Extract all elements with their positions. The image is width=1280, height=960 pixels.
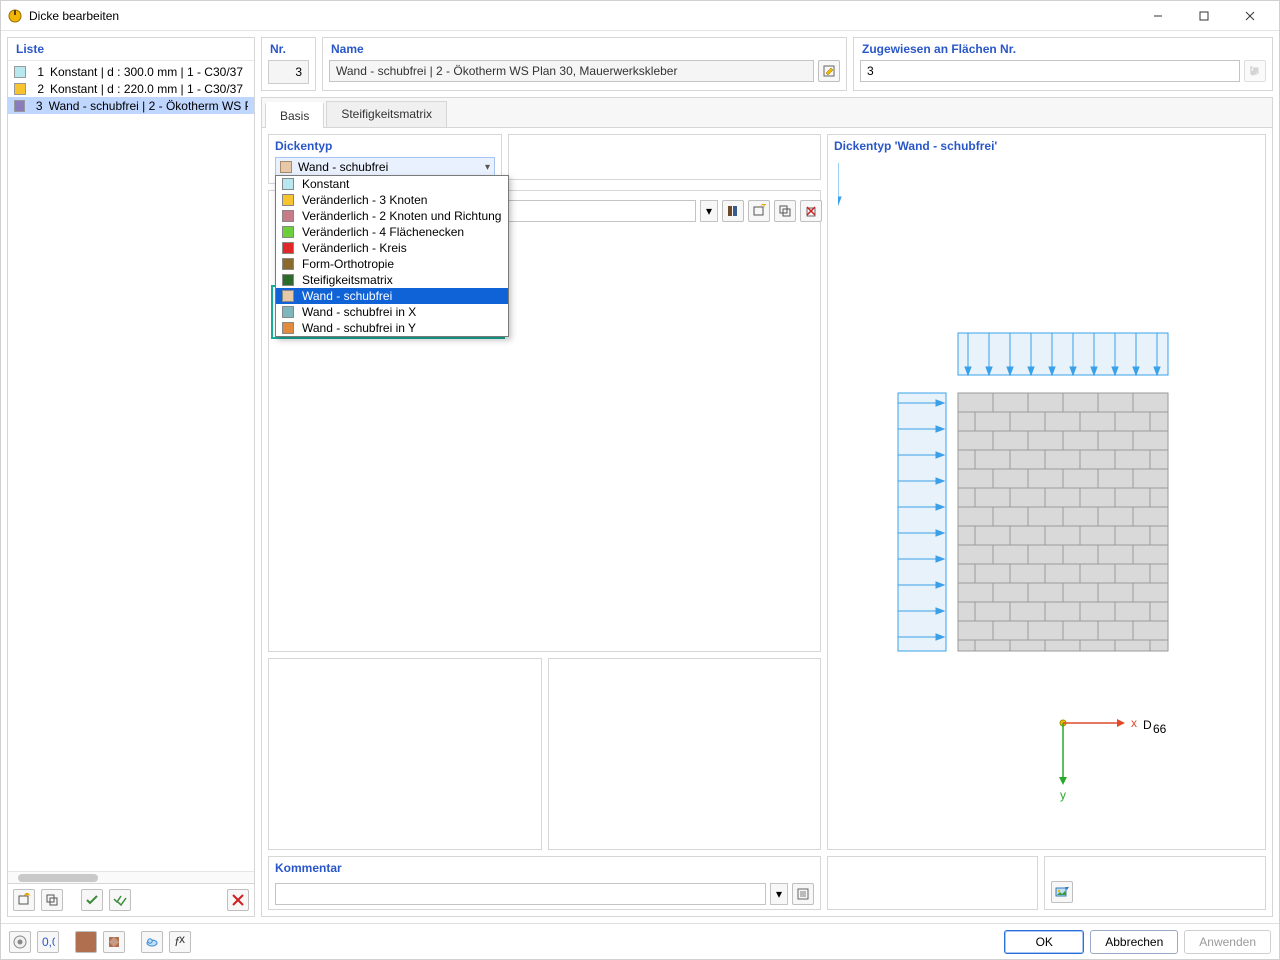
material-chev[interactable]: ▾: [700, 200, 718, 222]
swatch-icon: [282, 306, 294, 318]
swatch-icon: [282, 290, 294, 302]
liste-item-selected[interactable]: 3 Wand - schubfrei | 2 - Ökotherm WS Pla: [8, 97, 254, 114]
precision-button[interactable]: 0,00: [37, 931, 59, 953]
dropdown-option[interactable]: Wand - schubfrei: [276, 288, 508, 304]
svg-text:D: D: [1143, 718, 1152, 732]
help-button[interactable]: [9, 931, 31, 953]
dropdown-option[interactable]: Veränderlich - Kreis: [276, 240, 508, 256]
kommentar-panel: Kommentar ▾: [268, 856, 821, 910]
empty-pane: [548, 658, 822, 850]
window-title: Dicke bearbeiten: [29, 9, 119, 23]
edit-name-button[interactable]: [818, 60, 840, 82]
svg-text:66: 66: [1153, 722, 1167, 736]
swatch-icon: [282, 258, 294, 270]
swatch-icon: [282, 194, 294, 206]
ok-button[interactable]: OK: [1004, 930, 1084, 954]
name-input[interactable]: Wand - schubfrei | 2 - Ökotherm WS Plan …: [329, 60, 814, 82]
dropdown-option[interactable]: Konstant: [276, 176, 508, 192]
swatch-icon: [14, 83, 26, 95]
kommentar-input[interactable]: [275, 883, 766, 905]
footer: 0,00 fx OK Abbrechen Anwenden: [1, 923, 1279, 959]
swatch-icon: [282, 322, 294, 334]
function-button[interactable]: fx: [169, 931, 191, 953]
material-copy-button[interactable]: [774, 200, 796, 222]
liste-panel: Liste 1 Konstant | d : 300.0 mm | 1 - C3…: [7, 37, 255, 917]
maximize-button[interactable]: [1181, 2, 1227, 30]
dickentyp-combo[interactable]: Wand - schubfrei ▾: [275, 157, 495, 177]
close-button[interactable]: [1227, 2, 1273, 30]
svg-text:✶: ✶: [759, 204, 766, 211]
dropdown-option[interactable]: Form-Orthotropie: [276, 256, 508, 272]
svg-text:x: x: [179, 935, 185, 946]
tab-steifigkeitsmatrix[interactable]: Steifigkeitsmatrix: [326, 101, 447, 127]
swatch-icon: [282, 274, 294, 286]
empty-pane: [827, 856, 1038, 910]
liste-item[interactable]: 1 Konstant | d : 300.0 mm | 1 - C30/37: [8, 63, 254, 80]
export-image-button[interactable]: [1051, 881, 1073, 903]
swatch-icon: [282, 178, 294, 190]
assigned-field: Zugewiesen an Flächen Nr. 3: [853, 37, 1273, 91]
minimize-button[interactable]: [1135, 2, 1181, 30]
dropdown-option[interactable]: Wand - schubfrei in X: [276, 304, 508, 320]
liste-toolbar: ✶: [8, 883, 254, 916]
material-delete-button[interactable]: [800, 200, 822, 222]
preview-graphic: x D66 y D77: [838, 163, 1228, 803]
check-button[interactable]: [81, 889, 103, 911]
liste-item[interactable]: 2 Konstant | d : 220.0 mm | 1 - C30/37: [8, 80, 254, 97]
swatch-icon: [282, 226, 294, 238]
dickentyp-panel: Dickentyp Wand - schubfrei ▾ KonstantVer…: [268, 134, 502, 184]
svg-text:x: x: [1131, 716, 1137, 730]
chev-down-icon: ▾: [485, 162, 490, 173]
dickentyp-dropdown[interactable]: KonstantVeränderlich - 3 KnotenVeränderl…: [275, 175, 509, 337]
dropdown-option[interactable]: Veränderlich - 2 Knoten und Richtung: [276, 208, 508, 224]
cloud-button[interactable]: [141, 931, 163, 953]
material-library-button[interactable]: [722, 200, 744, 222]
swatch-icon: [14, 100, 25, 112]
liste-title: Liste: [8, 38, 254, 61]
apply-button[interactable]: Anwenden: [1184, 930, 1271, 954]
dropdown-option[interactable]: Steifigkeitsmatrix: [276, 272, 508, 288]
swatch-icon: [280, 161, 292, 173]
titlebar: Dicke bearbeiten: [1, 1, 1279, 31]
swatch-icon: [282, 210, 294, 222]
kommentar-pick-button[interactable]: [792, 883, 814, 905]
tabstrip: Basis Steifigkeitsmatrix: [262, 98, 1272, 128]
nr-field: Nr. 3: [261, 37, 316, 91]
nr-value[interactable]: 3: [268, 60, 309, 84]
app-icon: [7, 8, 23, 24]
assigned-input[interactable]: 3: [860, 60, 1240, 82]
kommentar-chev[interactable]: ▾: [770, 883, 788, 905]
liste-hscroll[interactable]: [8, 871, 254, 883]
svg-text:y: y: [1060, 788, 1066, 802]
svg-text:✶: ✶: [22, 893, 31, 901]
material-new-button[interactable]: ✶: [748, 200, 770, 222]
cancel-button[interactable]: Abbrechen: [1090, 930, 1178, 954]
swatch-icon: [14, 66, 26, 78]
dropdown-option[interactable]: Veränderlich - 4 Flächenecken: [276, 224, 508, 240]
delete-button[interactable]: [227, 889, 249, 911]
check-all-button[interactable]: [109, 889, 131, 911]
preview-toolbar-pane: [1044, 856, 1267, 910]
pick-surface-button[interactable]: [1244, 60, 1266, 82]
dropdown-option[interactable]: Veränderlich - 3 Knoten: [276, 192, 508, 208]
preview-panel: Dickentyp 'Wand - schubfrei': [827, 134, 1266, 850]
new-item-button[interactable]: ✶: [13, 889, 35, 911]
svg-text:0,00: 0,00: [42, 935, 55, 949]
empty-pane: [268, 658, 542, 850]
color-options-button[interactable]: [103, 931, 125, 953]
dropdown-option[interactable]: Wand - schubfrei in Y: [276, 320, 508, 336]
spacer-panel: [508, 134, 821, 180]
duplicate-button[interactable]: [41, 889, 63, 911]
swatch-icon: [282, 242, 294, 254]
name-field: Name Wand - schubfrei | 2 - Ökotherm WS …: [322, 37, 847, 91]
tab-basis[interactable]: Basis: [265, 102, 324, 128]
liste[interactable]: 1 Konstant | d : 300.0 mm | 1 - C30/37 2…: [8, 61, 254, 871]
color-swatch-button[interactable]: [75, 931, 97, 953]
